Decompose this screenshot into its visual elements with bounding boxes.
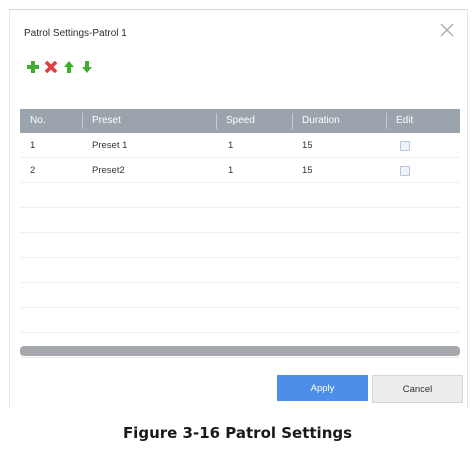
arrow-up-icon[interactable] — [62, 59, 76, 75]
header-separator — [216, 113, 217, 129]
figure-caption: Figure 3-16 Patrol Settings — [122, 424, 353, 442]
empty-row — [20, 183, 460, 208]
cell-no: 2 — [30, 165, 36, 176]
cell-speed: 1 — [228, 140, 234, 151]
toolbar — [26, 58, 94, 76]
header-separator — [82, 113, 83, 129]
empty-row — [20, 308, 460, 333]
empty-row — [20, 208, 460, 233]
patrol-table: No. Preset Speed Duration Edit 1 Preset … — [20, 109, 460, 358]
empty-row — [20, 283, 460, 308]
cell-preset: Preset 1 — [92, 140, 128, 151]
header-separator — [386, 113, 387, 129]
horizontal-scrollbar[interactable] — [20, 346, 460, 356]
cell-duration: 15 — [302, 140, 313, 151]
cell-no: 1 — [30, 140, 36, 151]
header-speed: Speed — [226, 115, 255, 126]
header-no: No. — [30, 115, 46, 126]
dialog-title: Patrol Settings-Patrol 1 — [24, 28, 127, 39]
delete-x-icon[interactable] — [44, 59, 58, 75]
header-preset: Preset — [92, 115, 121, 126]
empty-row — [20, 258, 460, 283]
header-duration: Duration — [302, 115, 340, 126]
close-icon[interactable] — [437, 20, 457, 40]
arrow-down-icon[interactable] — [80, 59, 94, 75]
plus-icon[interactable] — [26, 59, 40, 75]
edit-icon[interactable] — [400, 141, 410, 151]
edit-icon[interactable] — [400, 166, 410, 176]
cell-speed: 1 — [228, 165, 234, 176]
cell-duration: 15 — [302, 165, 313, 176]
header-edit: Edit — [396, 115, 414, 126]
table-header: No. Preset Speed Duration Edit — [20, 109, 460, 133]
empty-row — [20, 233, 460, 258]
header-separator — [292, 113, 293, 129]
cell-preset: Preset2 — [92, 165, 125, 176]
table-row[interactable]: 2 Preset2 1 15 — [20, 158, 460, 183]
cancel-button[interactable]: Cancel — [372, 375, 463, 403]
table-row[interactable]: 1 Preset 1 1 15 — [20, 133, 460, 158]
apply-button[interactable]: Apply — [277, 375, 368, 401]
patrol-settings-dialog: Patrol Settings-Patrol 1 No. Preset Spee… — [9, 9, 468, 408]
